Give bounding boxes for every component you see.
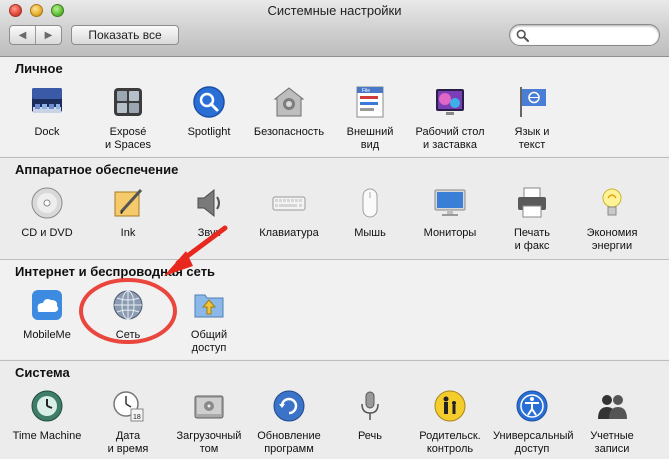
mobileme-icon (32, 290, 62, 320)
search-icon (516, 29, 529, 42)
pref-sharing[interactable]: Общий доступ (170, 288, 248, 355)
forward-arrow-icon: ▶ (44, 29, 53, 41)
pref-label: Сеть (115, 329, 141, 341)
network-icon (113, 290, 143, 320)
pref-label: Общий доступ (190, 329, 228, 354)
spotlight-icon (193, 86, 225, 118)
pref-ink[interactable]: Ink (89, 186, 167, 240)
pref-expose-spaces[interactable]: Exposé и Spaces (89, 85, 167, 152)
pref-mouse[interactable]: Мышь (331, 186, 409, 240)
pref-accounts[interactable]: Учетные записи (573, 389, 651, 456)
print-fax-icon (518, 187, 546, 218)
pref-network[interactable]: Сеть (89, 288, 167, 342)
pref-date-time[interactable]: 18 Дата и время (89, 389, 167, 456)
nav-buttons: ◀ ▶ (9, 25, 62, 45)
accounts-icon (598, 395, 627, 419)
section-personal: Личное Dock Exposé и Spaces Spotlight Бе… (0, 57, 669, 156)
security-icon (273, 87, 305, 117)
pref-mobileme[interactable]: MobileMe (8, 288, 86, 342)
pref-startup-disk[interactable]: Загрузочный том (170, 389, 248, 456)
pref-energy-saver[interactable]: Экономия энергии (573, 186, 651, 253)
pref-label: Дата и время (107, 430, 149, 455)
section-system: Система Time Machine 18 Дата и время Заг… (0, 360, 669, 459)
pref-label: Клавиатура (259, 227, 319, 239)
window-title: Системные настройки (267, 3, 402, 18)
pref-label: Обновление программ (257, 430, 321, 455)
svg-text:18: 18 (133, 414, 141, 421)
pref-label: Внешний вид (346, 126, 394, 151)
universal-access-icon (516, 390, 548, 422)
titlebar: Системные настройки ◀ ▶ Показать все (0, 0, 669, 57)
energy-saver-icon (602, 188, 622, 216)
sound-icon (197, 188, 220, 218)
pref-time-machine[interactable]: Time Machine (8, 389, 86, 443)
pref-spotlight[interactable]: Spotlight (170, 85, 248, 139)
expose-icon (114, 88, 142, 116)
section-title-hardware: Аппаратное обеспечение (15, 162, 179, 177)
back-button[interactable]: ◀ (10, 26, 35, 44)
section-internet-wireless: Интернет и беспроводная сеть MobileMe Се… (0, 259, 669, 359)
pref-speech[interactable]: Речь (331, 389, 409, 443)
section-title-internet: Интернет и беспроводная сеть (15, 264, 216, 279)
back-arrow-icon: ◀ (18, 29, 27, 41)
pref-desktop-screensaver[interactable]: Рабочий стол и заставка (411, 85, 489, 152)
speech-icon (361, 391, 379, 420)
ink-icon (114, 188, 143, 217)
software-update-icon (273, 390, 305, 422)
desktop-icon (436, 89, 464, 115)
pref-label: Звук (197, 227, 221, 239)
pref-label: Язык и текст (514, 126, 550, 151)
pref-print-fax[interactable]: Печать и факс (493, 186, 571, 253)
keyboard-icon (272, 196, 306, 211)
pref-label: MobileMe (23, 329, 71, 341)
pref-label: Time Machine (12, 430, 82, 442)
pref-keyboard[interactable]: Клавиатура (250, 186, 328, 240)
pref-label: Речь (357, 430, 383, 442)
pref-software-update[interactable]: Обновление программ (250, 389, 328, 456)
pref-security[interactable]: Безопасность (250, 85, 328, 139)
pref-label: Ink (120, 227, 136, 239)
startup-disk-icon (194, 395, 224, 419)
pref-label: Загрузочный том (176, 430, 242, 455)
pref-label: Dock (34, 126, 60, 138)
show-all-button[interactable]: Показать все (71, 25, 179, 45)
pref-dock[interactable]: Dock (8, 85, 86, 139)
svg-text:File: File (362, 88, 370, 94)
pref-cd-dvd[interactable]: CD и DVD (8, 186, 86, 240)
mouse-icon (362, 188, 378, 218)
pref-label: Безопасность (253, 126, 325, 138)
system-preferences-window: Системные настройки ◀ ▶ Показать все Лич… (0, 0, 669, 459)
language-icon (520, 87, 546, 117)
pref-label: Родительск. контроль (419, 430, 481, 455)
displays-icon (434, 189, 466, 216)
pref-label: Spotlight (187, 126, 231, 138)
pref-sound[interactable]: Звук (170, 186, 248, 240)
pref-label: CD и DVD (21, 227, 73, 239)
pref-appearance[interactable]: File Внешний вид (331, 85, 409, 152)
pref-language-text[interactable]: Язык и текст (493, 85, 571, 152)
time-machine-icon (31, 390, 63, 422)
sharing-icon (194, 294, 224, 318)
pref-label: Экономия энергии (586, 227, 638, 252)
pref-label: Учетные записи (590, 430, 634, 455)
pref-label: Печать и факс (513, 227, 551, 252)
pref-label: Мониторы (423, 227, 477, 239)
pref-parental-controls[interactable]: Родительск. контроль (411, 389, 489, 456)
pref-universal-access[interactable]: Универсальный доступ (493, 389, 574, 456)
section-title-personal: Личное (15, 61, 63, 76)
dock-icon (32, 88, 62, 113)
appearance-icon: File (356, 86, 384, 118)
date-time-icon: 18 (113, 391, 144, 422)
cd-dvd-icon (31, 187, 63, 219)
pref-label: Универсальный доступ (493, 430, 574, 455)
pref-label: Рабочий стол и заставка (415, 126, 485, 151)
parental-controls-icon (434, 390, 466, 422)
pref-label: Мышь (354, 227, 386, 239)
pref-displays[interactable]: Мониторы (411, 186, 489, 240)
forward-button[interactable]: ▶ (35, 26, 61, 44)
pref-label: Exposé и Spaces (105, 126, 151, 151)
search-input[interactable] (509, 24, 660, 46)
section-hardware: Аппаратное обеспечение CD и DVD Ink Звук (0, 157, 669, 258)
section-title-system: Система (15, 365, 70, 380)
